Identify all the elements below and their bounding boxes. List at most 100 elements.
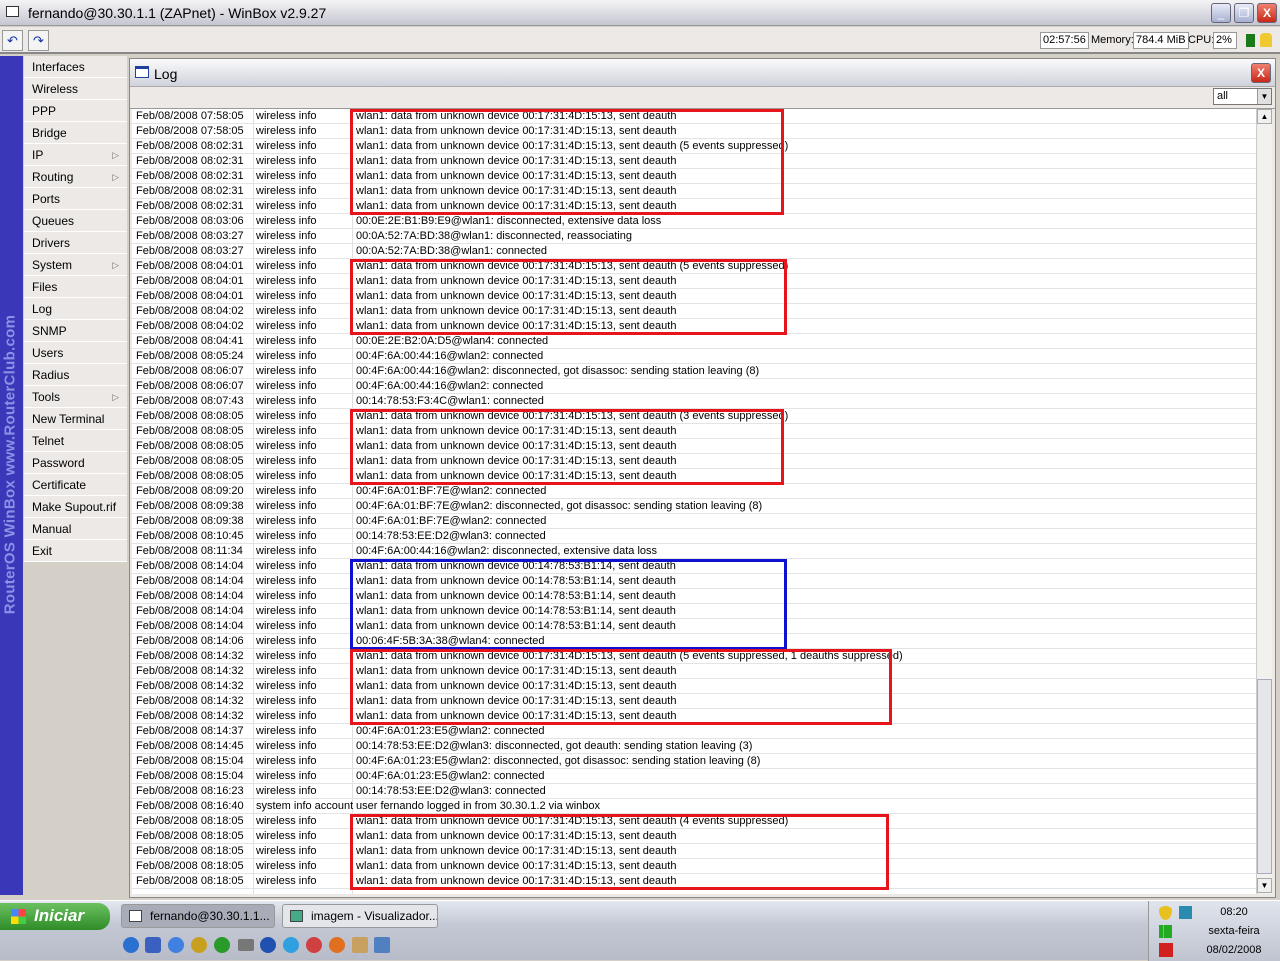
ie-icon[interactable]: [123, 937, 139, 953]
task-image-viewer[interactable]: imagem - Visualizador...: [282, 904, 438, 928]
log-row[interactable]: Feb/08/2008 07:58:05 wireless info wlan1: …: [132, 124, 1256, 139]
sidebar-item-manual[interactable]: Manual: [24, 518, 127, 540]
log-row[interactable]: Feb/08/2008 08:18:05 wireless info wlan1: …: [132, 829, 1256, 844]
log-row[interactable]: Feb/08/2008 08:18:05 wireless info wlan1: …: [132, 814, 1256, 829]
sidebar-item-ports[interactable]: Ports: [24, 188, 127, 210]
minimize-button[interactable]: _: [1211, 3, 1231, 23]
sidebar-item-certificate[interactable]: Certificate: [24, 474, 127, 496]
log-row[interactable]: Feb/08/2008 08:06:07 wireless info 00:4F:6…: [132, 364, 1256, 379]
log-row[interactable]: Feb/08/2008 08:04:02 wireless info wlan1: …: [132, 304, 1256, 319]
sidebar-item-wireless[interactable]: Wireless: [24, 78, 127, 100]
opera-icon[interactable]: [306, 937, 322, 953]
sidebar-item-ip[interactable]: IP ▷: [24, 144, 127, 166]
sidebar-item-drivers[interactable]: Drivers: [24, 232, 127, 254]
sidebar-item-log[interactable]: Log: [24, 298, 127, 320]
sidebar-item-snmp[interactable]: SNMP: [24, 320, 127, 342]
log-row[interactable]: Feb/08/2008 08:15:04 wireless info 00:4F:6…: [132, 769, 1256, 784]
log-row[interactable]: Feb/08/2008 08:14:04 wireless info wlan1: …: [132, 604, 1256, 619]
log-row[interactable]: Feb/08/2008 08:04:01 wireless info wlan1: …: [132, 259, 1256, 274]
sidebar-item-users[interactable]: Users: [24, 342, 127, 364]
sidebar-item-password[interactable]: Password: [24, 452, 127, 474]
clock-time[interactable]: 08:20: [1189, 906, 1279, 918]
log-row[interactable]: Feb/08/2008 07:58:05 wireless info wlan1: …: [132, 109, 1256, 124]
signal-icon[interactable]: [1159, 925, 1172, 938]
globe-icon[interactable]: [260, 937, 276, 953]
log-row[interactable]: Feb/08/2008 08:09:20 wireless info 00:4F:6…: [132, 484, 1256, 499]
log-row[interactable]: Feb/08/2008 08:15:04 wireless info 00:4F:6…: [132, 754, 1256, 769]
log-row[interactable]: Feb/08/2008 08:03:27 wireless info 00:0A:5…: [132, 229, 1256, 244]
undo-icon[interactable]: ↶: [2, 30, 23, 51]
sidebar-item-ppp[interactable]: PPP: [24, 100, 127, 122]
log-row[interactable]: Feb/08/2008 08:02:31 wireless info wlan1: …: [132, 199, 1256, 214]
log-row[interactable]: Feb/08/2008 08:16:40 system info account u…: [132, 799, 1256, 814]
log-row[interactable]: Feb/08/2008 08:14:04 wireless info wlan1: …: [132, 559, 1256, 574]
messenger-icon[interactable]: [191, 937, 207, 953]
redo-icon[interactable]: ↷: [28, 30, 49, 51]
log-row[interactable]: Feb/08/2008 08:04:01 wireless info wlan1: …: [132, 274, 1256, 289]
log-row[interactable]: Feb/08/2008 08:14:32 wireless info wlan1: …: [132, 709, 1256, 724]
firefox-icon[interactable]: [329, 937, 345, 953]
log-row[interactable]: Feb/08/2008 08:14:04 wireless info wlan1: …: [132, 619, 1256, 634]
log-row[interactable]: Feb/08/2008 08:14:32 wireless info wlan1: …: [132, 649, 1256, 664]
sidebar-item-exit[interactable]: Exit: [24, 540, 127, 562]
topic-filter-select[interactable]: all ▼: [1213, 88, 1272, 105]
log-row[interactable]: Feb/08/2008 08:18:05 wireless info wlan1: …: [132, 844, 1256, 859]
security-shield-icon[interactable]: [1159, 906, 1172, 920]
log-row[interactable]: Feb/08/2008 08:02:31 wireless info wlan1: …: [132, 154, 1256, 169]
log-row[interactable]: Feb/08/2008 08:10:45 wireless info 00:14:7…: [132, 529, 1256, 544]
log-row[interactable]: Feb/08/2008 08:04:01 wireless info wlan1: …: [132, 289, 1256, 304]
vertical-scrollbar[interactable]: ▲ ▼: [1256, 109, 1272, 894]
log-row[interactable]: Feb/08/2008 08:02:31 wireless info wlan1: …: [132, 169, 1256, 184]
scroll-thumb[interactable]: [1257, 679, 1272, 874]
log-row[interactable]: Feb/08/2008 08:08:05 wireless info wlan1: …: [132, 409, 1256, 424]
log-row[interactable]: Feb/08/2008 08:09:38 wireless info 00:4F:6…: [132, 499, 1256, 514]
antivirus-icon[interactable]: [1159, 943, 1173, 957]
log-row[interactable]: Feb/08/2008 08:08:05 wireless info wlan1: …: [132, 424, 1256, 439]
sidebar-item-radius[interactable]: Radius: [24, 364, 127, 386]
log-row[interactable]: Feb/08/2008 08:09:38 wireless info 00:4F:6…: [132, 514, 1256, 529]
log-row[interactable]: Feb/08/2008 08:14:45 wireless info 00:14:7…: [132, 739, 1256, 754]
skype-icon[interactable]: [283, 937, 299, 953]
log-row[interactable]: Feb/08/2008 08:04:02 wireless info wlan1: …: [132, 319, 1256, 334]
log-row[interactable]: Feb/08/2008 08:18:05 wireless info wlan1: …: [132, 859, 1256, 874]
log-row[interactable]: Feb/08/2008 08:08:05 wireless info wlan1: …: [132, 439, 1256, 454]
clover-icon[interactable]: [214, 937, 230, 953]
log-row[interactable]: Feb/08/2008 08:14:32 wireless info wlan1: …: [132, 664, 1256, 679]
start-button[interactable]: Iniciar: [0, 903, 110, 930]
outlook-icon[interactable]: [145, 937, 161, 953]
log-close-button[interactable]: X: [1251, 63, 1271, 83]
task-winbox[interactable]: fernando@30.30.1.1...: [121, 904, 275, 928]
log-row[interactable]: Feb/08/2008 08:02:31 wireless info wlan1: …: [132, 139, 1256, 154]
sidebar-item-files[interactable]: Files: [24, 276, 127, 298]
sidebar-item-system[interactable]: System ▷: [24, 254, 127, 276]
log-row[interactable]: Feb/08/2008 08:05:24 wireless info 00:4F:6…: [132, 349, 1256, 364]
sidebar-item-make-supout-rif[interactable]: Make Supout.rif: [24, 496, 127, 518]
sidebar-item-telnet[interactable]: Telnet: [24, 430, 127, 452]
sidebar-item-new-terminal[interactable]: New Terminal: [24, 408, 127, 430]
log-row[interactable]: Feb/08/2008 08:18:05 wireless info wlan1: …: [132, 874, 1256, 889]
log-row[interactable]: Feb/08/2008 08:03:27 wireless info 00:0A:5…: [132, 244, 1256, 259]
sidebar-item-routing[interactable]: Routing ▷: [24, 166, 127, 188]
log-row[interactable]: Feb/08/2008 08:14:32 wireless info wlan1: …: [132, 694, 1256, 709]
log-row[interactable]: Feb/08/2008 08:07:43 wireless info 00:14:7…: [132, 394, 1256, 409]
show-desktop-icon[interactable]: [374, 937, 390, 953]
log-row[interactable]: Feb/08/2008 08:06:07 wireless info 00:4F:6…: [132, 379, 1256, 394]
close-button[interactable]: X: [1257, 3, 1277, 23]
log-row[interactable]: Feb/08/2008 08:02:31 wireless info wlan1: …: [132, 184, 1256, 199]
restore-button[interactable]: ❐: [1234, 3, 1254, 23]
log-row[interactable]: Feb/08/2008 08:08:05 wireless info wlan1: …: [132, 454, 1256, 469]
log-row[interactable]: Feb/08/2008 08:14:06 wireless info 00:06:4…: [132, 634, 1256, 649]
log-row[interactable]: Feb/08/2008 08:08:05 wireless info wlan1: …: [132, 469, 1256, 484]
log-row[interactable]: Feb/08/2008 08:14:37 wireless info 00:4F:6…: [132, 724, 1256, 739]
window-icon[interactable]: [238, 939, 254, 951]
media-player-icon[interactable]: [168, 937, 184, 953]
log-row[interactable]: Feb/08/2008 08:03:06 wireless info 00:0E:2…: [132, 214, 1256, 229]
scroll-up-button[interactable]: ▲: [1257, 109, 1272, 124]
sidebar-item-tools[interactable]: Tools ▷: [24, 386, 127, 408]
log-row[interactable]: Feb/08/2008 08:14:04 wireless info wlan1: …: [132, 589, 1256, 604]
log-row[interactable]: Feb/08/2008 08:04:41 wireless info 00:0E:2…: [132, 334, 1256, 349]
sidebar-item-interfaces[interactable]: Interfaces: [24, 56, 127, 78]
log-row[interactable]: Feb/08/2008 08:14:04 wireless info wlan1: …: [132, 574, 1256, 589]
scroll-down-button[interactable]: ▼: [1257, 878, 1272, 893]
calculator-icon[interactable]: [352, 937, 368, 953]
